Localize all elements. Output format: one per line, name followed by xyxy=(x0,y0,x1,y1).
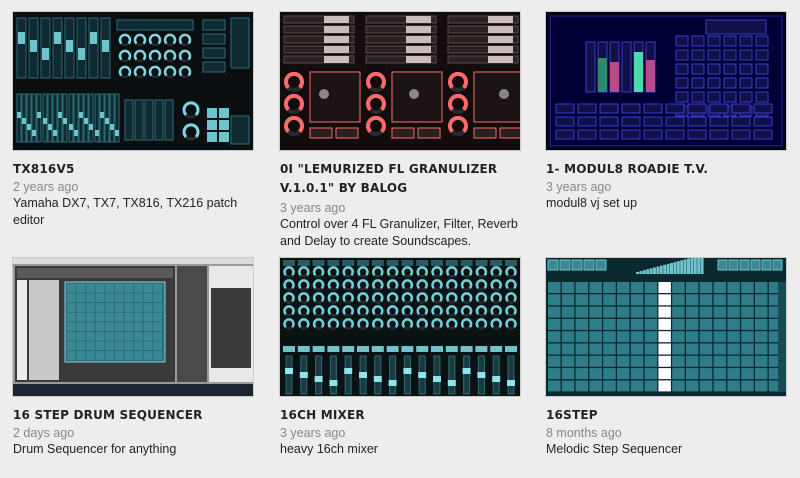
thumbnail-granulizer[interactable] xyxy=(280,12,520,150)
card-age: 3 years ago xyxy=(280,426,346,440)
card-description: heavy 16ch mixer xyxy=(280,442,378,456)
card-description: Yamaha DX7, TX7, TX816, TX216 patch edit… xyxy=(13,196,238,227)
card-age: 3 years ago xyxy=(546,180,612,194)
card-description: Control over 4 FL Granulizer, Filter, Re… xyxy=(280,217,518,248)
card-title[interactable]: 16STEP xyxy=(546,406,791,425)
thumbnail-tx816v5[interactable] xyxy=(13,12,253,150)
thumbnail-modul8[interactable] xyxy=(546,12,786,150)
card-title[interactable]: 1- MODUL8 ROADIE T.V. xyxy=(546,160,791,179)
card-title[interactable]: 0I "LEMURIZED FL GRANULIZER V.1.0.1" BY … xyxy=(280,160,525,198)
card-age: 8 months ago xyxy=(546,426,622,440)
card-title[interactable]: 16CH MIXER xyxy=(280,406,525,425)
thumbnail-16ch-mixer[interactable] xyxy=(280,258,520,396)
template-grid: TX816V5 2 years ago Yamaha DX7, TX7, TX8… xyxy=(0,0,800,478)
thumbnail-drum-sequencer[interactable] xyxy=(13,258,253,396)
thumbnail-16step[interactable] xyxy=(546,258,786,396)
card-description: Melodic Step Sequencer xyxy=(546,442,683,456)
card-age: 2 years ago xyxy=(13,180,79,194)
card-description: Drum Sequencer for anything xyxy=(13,442,177,456)
card-title[interactable]: 16 STEP DRUM SEQUENCER xyxy=(13,406,258,425)
card-title[interactable]: TX816V5 xyxy=(13,160,258,179)
card-age: 3 years ago xyxy=(280,201,346,215)
card-age: 2 days ago xyxy=(13,426,75,440)
card-description: modul8 vj set up xyxy=(546,196,638,210)
